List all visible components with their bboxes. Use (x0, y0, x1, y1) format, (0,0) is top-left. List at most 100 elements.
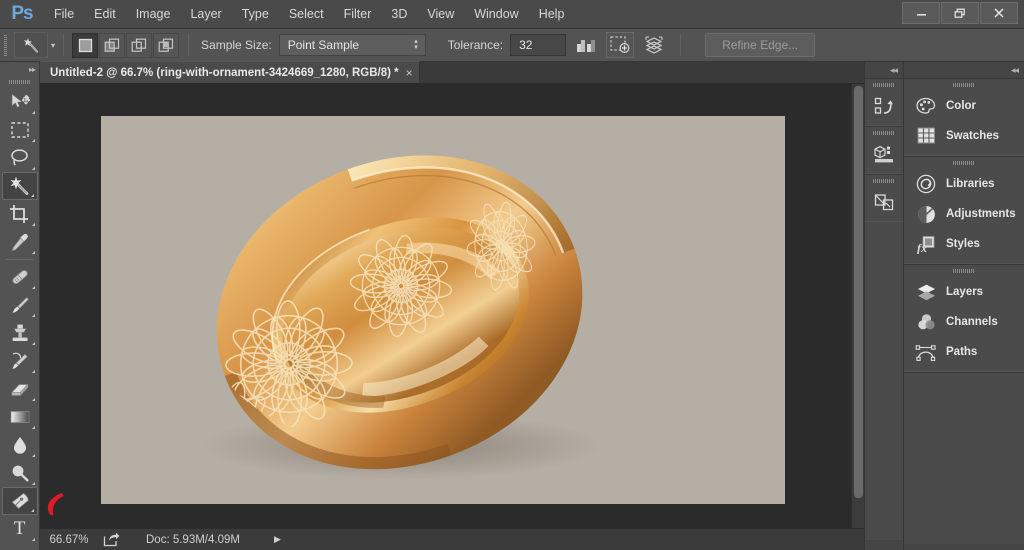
dock-group-grip[interactable] (865, 175, 903, 187)
dock-group-3d (865, 126, 903, 174)
magic-wand-icon (24, 38, 39, 53)
spot-healing-brush-tool[interactable] (2, 263, 38, 291)
add-to-selection-button[interactable] (99, 32, 126, 58)
options-bar-grip[interactable] (0, 29, 10, 62)
document-tab-bar: Untitled-2 @ 66.7% (ring-with-ornament-3… (40, 61, 864, 84)
move-tool[interactable] (2, 88, 38, 116)
menu-item-select[interactable]: Select (279, 0, 334, 29)
photoshop-window: Ps File Edit Image Layer Type Select Filter 3D V… (0, 0, 1024, 550)
panel-group-grip[interactable] (904, 265, 1024, 277)
history-panel-button[interactable] (865, 91, 903, 121)
panel-item-color[interactable]: Color (904, 91, 1024, 121)
sample-size-select[interactable]: Point Sample ▴ ▾ (278, 34, 426, 56)
panel-group-grip[interactable] (904, 157, 1024, 169)
tools-panel-grip[interactable] (0, 76, 39, 88)
panel-item-layers[interactable]: Layers (904, 277, 1024, 307)
red-arrow-cursor (38, 481, 74, 520)
panel-label: Channels (946, 316, 998, 328)
adjustments-circle-icon (915, 203, 937, 225)
panel-group-grip[interactable] (904, 79, 1024, 91)
menu-item-3d[interactable]: 3D (381, 0, 417, 29)
dock-group-grip[interactable] (865, 127, 903, 139)
color-palette-icon (915, 95, 937, 117)
styles-fx-icon: fx (915, 233, 937, 255)
status-expand-arrow-icon[interactable]: ▶ (274, 534, 281, 545)
canvas-area[interactable] (40, 84, 864, 528)
menu-item-help[interactable]: Help (529, 0, 575, 29)
share-icon[interactable] (98, 532, 124, 547)
tolerance-label: Tolerance: (447, 38, 504, 52)
gradient-tool[interactable] (2, 403, 38, 431)
panel-item-paths[interactable]: Paths (904, 337, 1024, 367)
3d-panel-button[interactable] (865, 139, 903, 169)
panel-label: Swatches (946, 130, 1000, 142)
options-divider-3 (680, 34, 682, 56)
anti-alias-toggle[interactable] (572, 32, 600, 58)
document-tab-close-icon[interactable]: × (406, 66, 413, 80)
panels-dock-collapse-button[interactable]: ◂◂ (904, 62, 1024, 78)
lasso-tool[interactable] (2, 144, 38, 172)
magic-wand-icon (10, 176, 28, 195)
dock-group-grip[interactable] (865, 79, 903, 91)
menu-item-edit[interactable]: Edit (84, 0, 126, 29)
menu-item-filter[interactable]: Filter (334, 0, 382, 29)
type-tool-glyph: T (13, 518, 26, 539)
menu-item-file[interactable]: File (44, 0, 84, 29)
menu-item-image[interactable]: Image (126, 0, 181, 29)
tolerance-input[interactable]: 32 (510, 34, 567, 56)
secondary-dock-collapse-button[interactable]: ◂◂ (865, 62, 903, 78)
contiguous-toggle[interactable] (606, 32, 635, 58)
options-divider-1 (63, 34, 65, 56)
properties-panel-button[interactable] (865, 187, 903, 217)
refine-edge-button[interactable]: Refine Edge... (705, 33, 816, 57)
tools-collapse-button[interactable]: ▸▸ (0, 62, 39, 76)
brush-tool[interactable] (2, 291, 38, 319)
intersect-with-selection-button[interactable] (153, 32, 180, 58)
menu-item-layer[interactable]: Layer (180, 0, 231, 29)
options-divider-2 (188, 34, 190, 56)
crop-tool[interactable] (2, 200, 38, 228)
tool-preset-caret-icon[interactable]: ▾ (51, 41, 55, 50)
magic-wand-tool[interactable] (1, 172, 38, 200)
panel-item-libraries[interactable]: Libraries (904, 169, 1024, 199)
status-bar: 66.67% Doc: 5.93M/4.09M ▶ (40, 528, 864, 550)
restore-button[interactable] (941, 2, 979, 24)
libraries-icon (915, 173, 937, 195)
eyedropper-tool[interactable] (2, 228, 38, 256)
document-tab[interactable]: Untitled-2 @ 66.7% (ring-with-ornament-3… (40, 61, 420, 83)
panel-item-channels[interactable]: Channels (904, 307, 1024, 337)
zoom-level[interactable]: 66.67% (40, 534, 98, 546)
history-panel-icon (873, 95, 895, 117)
scrollbar-thumb[interactable] (854, 86, 863, 498)
ring-image (201, 155, 601, 480)
type-tool[interactable]: T (2, 515, 38, 543)
dodge-tool[interactable] (2, 459, 38, 487)
menu-item-view[interactable]: View (417, 0, 464, 29)
rectangular-marquee-tool[interactable] (2, 116, 38, 144)
menu-item-window[interactable]: Window (464, 0, 528, 29)
subtract-from-selection-button[interactable] (126, 32, 153, 58)
blur-tool[interactable] (2, 431, 38, 459)
eraser-tool[interactable] (2, 375, 38, 403)
sample-all-layers-toggle[interactable] (640, 32, 668, 58)
panel-item-styles[interactable]: fx Styles (904, 229, 1024, 259)
tool-preset-picker[interactable] (14, 32, 48, 58)
dodge-icon (12, 465, 29, 482)
panel-label: Color (946, 100, 977, 112)
minimize-button[interactable] (902, 2, 940, 24)
close-button[interactable] (980, 2, 1018, 24)
pen-tool[interactable] (1, 487, 38, 515)
eraser-icon (10, 383, 28, 397)
artboard[interactable] (101, 116, 785, 504)
panel-item-swatches[interactable]: Swatches (904, 121, 1024, 151)
panel-label: Adjustments (946, 208, 1016, 220)
layers-stack-icon (915, 281, 937, 303)
new-selection-button[interactable] (72, 32, 99, 58)
canvas-vertical-scrollbar[interactable] (851, 84, 864, 528)
panel-item-adjustments[interactable]: Adjustments (904, 199, 1024, 229)
panel-label: Libraries (946, 178, 995, 190)
history-brush-tool[interactable] (2, 347, 38, 375)
clone-stamp-tool[interactable] (2, 319, 38, 347)
lasso-icon (10, 149, 28, 166)
menu-item-type[interactable]: Type (232, 0, 279, 29)
